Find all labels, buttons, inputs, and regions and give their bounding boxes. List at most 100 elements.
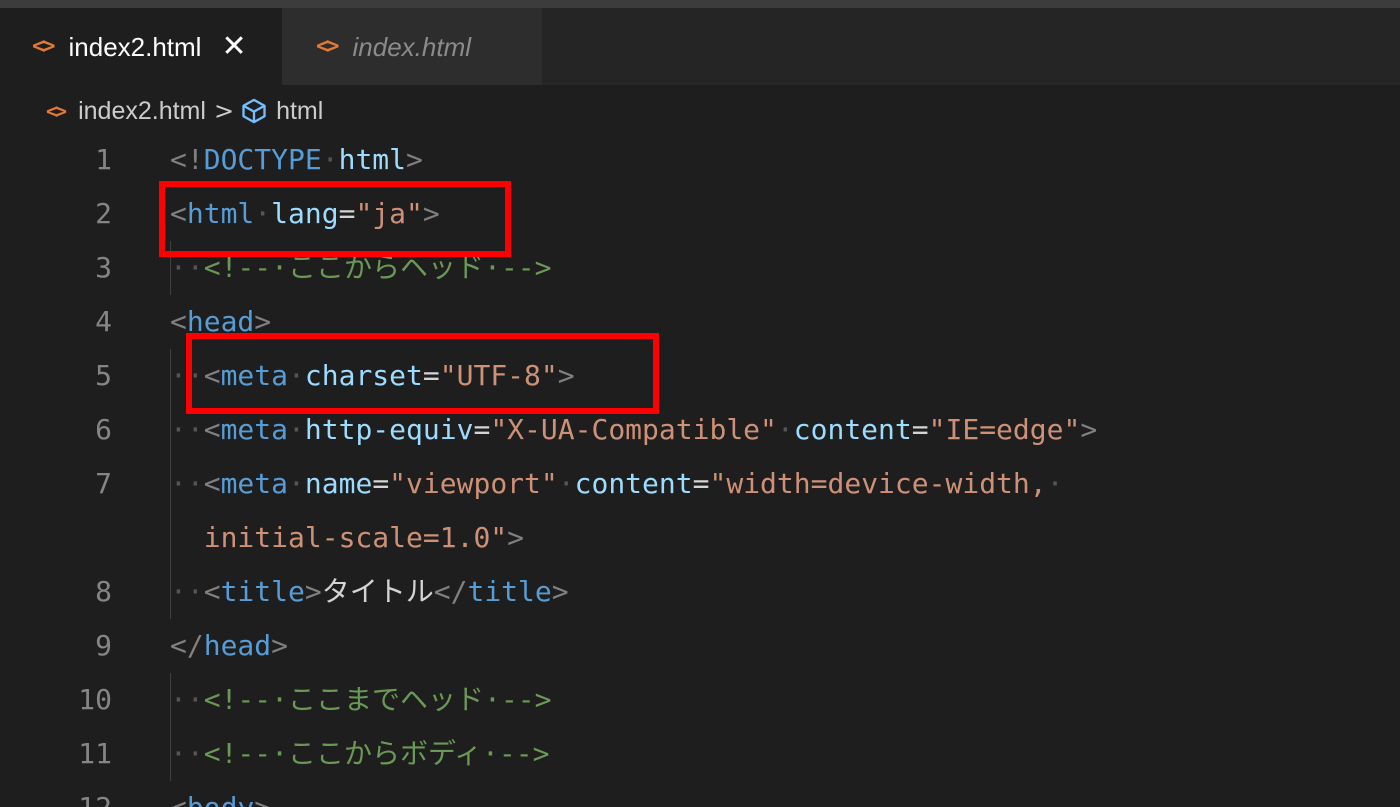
tab-index-html[interactable]: <> index.html (282, 8, 542, 85)
tag-name: body (187, 791, 254, 807)
code-text: <html·lang="ja"> (170, 187, 440, 241)
line-number: 6 (95, 413, 112, 446)
punctuation: > (551, 575, 569, 608)
punctuation: < (203, 575, 221, 608)
code-line[interactable]: 4 <head> (0, 295, 1400, 349)
punctuation: < (170, 197, 187, 230)
code-line[interactable]: 10 ··<!--·ここまでヘッド·--> (0, 673, 1400, 727)
line-number: 9 (95, 629, 112, 662)
text: = (422, 359, 440, 392)
whitespace-marker: ·· (170, 683, 204, 716)
tag-name: meta (220, 467, 289, 500)
code-line[interactable]: 7 ··<meta·name="viewport"·content="width=… (0, 457, 1400, 511)
code-line[interactable]: 8 ··<title>タイトル</title> (0, 565, 1400, 619)
punctuation: <! (170, 143, 204, 176)
code-text: ··<meta·http-equiv="X-UA-Compatible"·con… (170, 403, 1097, 457)
punctuation: > (406, 143, 423, 176)
chevron-right-icon: > (213, 97, 235, 125)
line-number: 8 (95, 575, 112, 608)
code-text: <!DOCTYPE·html> (170, 133, 423, 187)
whitespace-marker (170, 521, 204, 554)
code-text: <head> (170, 295, 271, 349)
punctuation: < (203, 359, 221, 392)
whitespace-marker: ·· (170, 251, 204, 284)
tag-name: head (203, 629, 272, 662)
comment: <!--·ここからボディ·--> (203, 737, 550, 770)
tag-name: html (186, 197, 255, 230)
punctuation: > (254, 305, 272, 338)
whitespace-marker: ·· (170, 359, 204, 392)
attribute-name: content (574, 467, 693, 500)
punctuation: > (304, 575, 322, 608)
whitespace-marker: ·· (170, 575, 204, 608)
tab-index2-html[interactable]: <> index2.html ✕ (0, 8, 282, 85)
punctuation: < (203, 413, 221, 446)
code-text: initial-scale=1.0"> (170, 511, 524, 565)
close-icon[interactable]: ✕ (221, 31, 246, 62)
code-line[interactable]: 11 ··<!--·ここからボディ·--> (0, 727, 1400, 781)
text: = (372, 467, 390, 500)
punctuation: </ (170, 629, 204, 662)
whitespace-marker: · (288, 467, 305, 500)
code-text: ··<!--·ここまでヘッド·--> (170, 673, 551, 727)
attribute-name: charset (304, 359, 423, 392)
whitespace-marker: · (254, 197, 272, 230)
breadcrumb: <> index2.html > html (46, 86, 323, 136)
text: = (692, 467, 710, 500)
code-text: ··<!--·ここからボディ·--> (170, 727, 549, 781)
string-value: initial-scale=1.0" (203, 521, 508, 554)
line-number: 3 (95, 251, 112, 284)
editor-window: <> index2.html ✕ <> index.html <> index2… (0, 0, 1400, 807)
code-text: ··<meta·name="viewport"·content="width=d… (170, 457, 1064, 511)
comment: <!--·ここからヘッド·--> (203, 251, 552, 284)
line-number: 1 (95, 143, 112, 176)
cube-symbol-icon (242, 98, 266, 124)
tag-name: meta (220, 359, 289, 392)
code-line[interactable]: 1 <!DOCTYPE·html> (0, 133, 1400, 187)
html-file-icon: <> (316, 33, 339, 59)
line-number: 5 (95, 359, 112, 392)
code-line[interactable]: 2 <html·lang="ja"> (0, 187, 1400, 241)
code-text: </head> (170, 619, 288, 673)
tab-label: index2.html (68, 31, 202, 62)
code-editor[interactable]: 1 <!DOCTYPE·html> 2 <html·lang="ja"> 3 ··<!--… (0, 133, 1400, 807)
string-value: "UTF-8" (439, 359, 558, 392)
string-value: "ja" (355, 197, 423, 230)
code-line[interactable]: 12 <body> (0, 781, 1400, 807)
text: = (911, 413, 929, 446)
code-line[interactable]: 5 ··<meta·charset="UTF-8"> (0, 349, 1400, 403)
punctuation: < (170, 791, 187, 807)
string-value: "viewport" (389, 467, 558, 500)
tab-label: index.html (352, 31, 472, 62)
code-line[interactable]: initial-scale=1.0"> (0, 511, 1400, 565)
text: = (473, 413, 491, 446)
punctuation: < (203, 467, 221, 500)
code-line[interactable]: 9 </head> (0, 619, 1400, 673)
whitespace-marker: ·· (170, 737, 204, 770)
line-number: 11 (78, 737, 112, 770)
breadcrumb-symbol[interactable]: html (276, 97, 323, 126)
whitespace-marker: ·· (170, 467, 204, 500)
whitespace-marker: · (557, 467, 575, 500)
attribute-name: html (338, 143, 407, 176)
punctuation: < (170, 305, 187, 338)
punctuation: > (557, 359, 575, 392)
tag-name: head (186, 305, 255, 338)
code-line[interactable]: 3 ··<!--·ここからヘッド·--> (0, 241, 1400, 295)
attribute-name: http-equiv (304, 413, 474, 446)
code-text: ··<!--·ここからヘッド·--> (170, 241, 551, 295)
punctuation: > (422, 197, 440, 230)
breadcrumb-file[interactable]: index2.html (78, 97, 206, 126)
punctuation: > (507, 521, 525, 554)
line-number: 12 (0, 781, 112, 807)
punctuation: > (271, 629, 289, 662)
attribute-name: content (793, 413, 912, 446)
code-text: ··<title>タイトル</title> (170, 565, 569, 619)
punctuation: </ (433, 575, 468, 608)
code-line[interactable]: 6 ··<meta·http-equiv="X-UA-Compatible"·co… (0, 403, 1400, 457)
tag-name: meta (220, 413, 289, 446)
code-text: <body> (170, 781, 271, 807)
line-number: 4 (95, 305, 112, 338)
tag-name: DOCTYPE (203, 143, 322, 176)
whitespace-marker: · (1046, 467, 1064, 500)
